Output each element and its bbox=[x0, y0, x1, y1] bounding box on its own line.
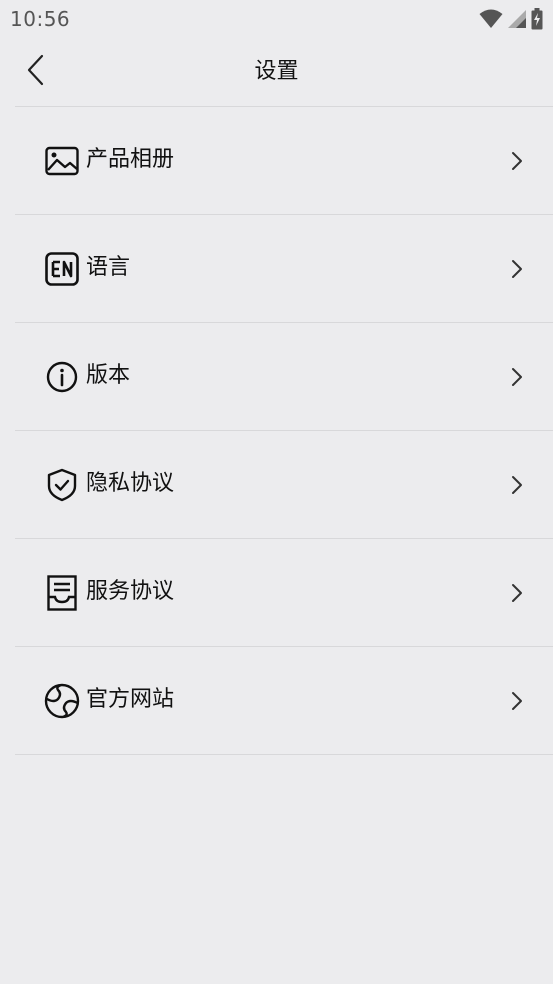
info-icon bbox=[44, 359, 80, 395]
settings-item-label: 隐私协议 bbox=[86, 471, 175, 496]
status-time: 10:56 bbox=[10, 7, 71, 31]
header: 设置 bbox=[0, 38, 553, 106]
chevron-right-icon bbox=[509, 149, 525, 173]
chevron-right-icon bbox=[509, 365, 525, 389]
chevron-right-icon bbox=[509, 581, 525, 605]
chevron-right-icon bbox=[509, 473, 525, 497]
chevron-right-icon bbox=[509, 689, 525, 713]
settings-item-label: 版本 bbox=[86, 363, 131, 388]
status-icons bbox=[479, 8, 543, 30]
globe-icon bbox=[44, 683, 80, 719]
settings-item-product-album[interactable]: 产品相册 bbox=[0, 107, 553, 215]
chevron-right-icon bbox=[509, 257, 525, 281]
settings-item-label: 语言 bbox=[86, 255, 131, 280]
settings-item-service-agreement[interactable]: 服务协议 bbox=[0, 539, 553, 647]
shield-check-icon bbox=[44, 467, 80, 503]
settings-item-label: 官方网站 bbox=[86, 687, 175, 712]
settings-item-label: 产品相册 bbox=[86, 147, 175, 172]
battery-charging-icon bbox=[531, 8, 543, 30]
settings-item-language[interactable]: 语言 bbox=[0, 215, 553, 323]
photo-album-icon bbox=[44, 143, 80, 179]
settings-item-version[interactable]: 版本 bbox=[0, 323, 553, 431]
service-document-icon bbox=[44, 575, 80, 611]
wifi-icon bbox=[479, 9, 503, 29]
settings-item-privacy-policy[interactable]: 隐私协议 bbox=[0, 431, 553, 539]
settings-item-label: 服务协议 bbox=[86, 579, 175, 604]
settings-item-official-website[interactable]: 官方网站 bbox=[0, 647, 553, 755]
status-bar: 10:56 bbox=[0, 0, 553, 38]
cellular-signal-icon bbox=[507, 9, 527, 29]
settings-list: 产品相册 语言 版本 隐私协议 服务协议 官方网站 bbox=[0, 107, 553, 755]
page-title: 设置 bbox=[254, 59, 299, 84]
language-en-icon bbox=[44, 251, 80, 287]
